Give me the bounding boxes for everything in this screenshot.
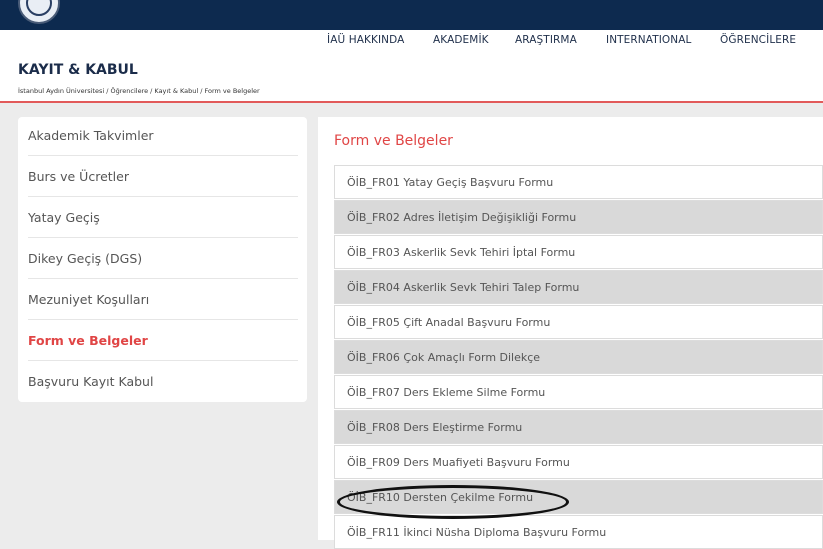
nav-item-students[interactable]: ÖĞRENCİLERE: [720, 34, 796, 46]
page-title: KAYIT & KABUL: [18, 62, 138, 78]
form-row[interactable]: ÖİB_FR06 Çok Amaçlı Form Dilekçe: [334, 340, 823, 374]
sidebar-divider: [28, 196, 298, 197]
sidebar-divider: [28, 237, 298, 238]
sidebar: Akademik Takvimler Burs ve Ücretler Yata…: [18, 117, 307, 402]
sidebar-item-akademik-takvimler[interactable]: Akademik Takvimler: [28, 128, 298, 143]
sidebar-item-dikey-gecis[interactable]: Dikey Geçiş (DGS): [28, 251, 298, 266]
main-nav: İAÜ HAKKINDA AKADEMİK ARAŞTIRMA INTERNAT…: [0, 30, 823, 51]
sidebar-item-mezuniyet-kosullari[interactable]: Mezuniyet Koşulları: [28, 292, 298, 307]
sidebar-item-basvuru-kayit-kabul[interactable]: Başvuru Kayıt Kabul: [28, 374, 298, 389]
form-link[interactable]: ÖİB_FR11 İkinci Nüsha Diploma Başvuru Fo…: [347, 526, 606, 539]
sidebar-item-yatay-gecis[interactable]: Yatay Geçiş: [28, 210, 298, 225]
form-link[interactable]: ÖİB_FR04 Askerlik Sevk Tehiri Talep Form…: [347, 281, 579, 294]
nav-item-about[interactable]: İAÜ HAKKINDA: [327, 34, 404, 46]
sidebar-item-burs-ve-ucretler[interactable]: Burs ve Ücretler: [28, 169, 298, 184]
form-link[interactable]: ÖİB_FR05 Çift Anadal Başvuru Formu: [347, 316, 550, 329]
nav-item-research[interactable]: ARAŞTIRMA: [515, 34, 577, 46]
sidebar-divider: [28, 319, 298, 320]
form-link[interactable]: ÖİB_FR02 Adres İletişim Değişikliği Form…: [347, 211, 576, 224]
form-row[interactable]: ÖİB_FR04 Askerlik Sevk Tehiri Talep Form…: [334, 270, 823, 304]
content-title: Form ve Belgeler: [334, 133, 453, 149]
sidebar-item-form-ve-belgeler[interactable]: Form ve Belgeler: [28, 333, 298, 348]
form-row[interactable]: ÖİB_FR07 Ders Ekleme Silme Formu: [334, 375, 823, 409]
sidebar-divider: [28, 155, 298, 156]
sidebar-divider: [28, 360, 298, 361]
nav-item-academic[interactable]: AKADEMİK: [433, 34, 489, 46]
highlight-ellipse: [337, 485, 569, 519]
form-row[interactable]: ÖİB_FR01 Yatay Geçiş Başvuru Formu: [334, 165, 823, 199]
form-row[interactable]: ÖİB_FR11 İkinci Nüsha Diploma Başvuru Fo…: [334, 515, 823, 549]
form-link[interactable]: ÖİB_FR08 Ders Eleştirme Formu: [347, 421, 522, 434]
form-row[interactable]: ÖİB_FR03 Askerlik Sevk Tehiri İptal Form…: [334, 235, 823, 269]
main-content: Form ve Belgeler ÖİB_FR01 Yatay Geçiş Ba…: [318, 117, 823, 549]
top-bar: [0, 0, 823, 30]
breadcrumb[interactable]: İstanbul Aydın Üniversitesi / Öğrenciler…: [18, 87, 260, 95]
form-link[interactable]: ÖİB_FR06 Çok Amaçlı Form Dilekçe: [347, 351, 540, 364]
form-row[interactable]: ÖİB_FR05 Çift Anadal Başvuru Formu: [334, 305, 823, 339]
form-row[interactable]: ÖİB_FR08 Ders Eleştirme Formu: [334, 410, 823, 444]
form-link[interactable]: ÖİB_FR07 Ders Ekleme Silme Formu: [347, 386, 545, 399]
sidebar-divider: [28, 278, 298, 279]
form-row[interactable]: ÖİB_FR09 Ders Muafiyeti Başvuru Formu: [334, 445, 823, 479]
form-link[interactable]: ÖİB_FR03 Askerlik Sevk Tehiri İptal Form…: [347, 246, 575, 259]
form-link[interactable]: ÖİB_FR01 Yatay Geçiş Başvuru Formu: [347, 176, 553, 189]
form-link[interactable]: ÖİB_FR09 Ders Muafiyeti Başvuru Formu: [347, 456, 570, 469]
form-row[interactable]: ÖİB_FR02 Adres İletişim Değişikliği Form…: [334, 200, 823, 234]
nav-item-international[interactable]: INTERNATIONAL: [606, 34, 691, 46]
